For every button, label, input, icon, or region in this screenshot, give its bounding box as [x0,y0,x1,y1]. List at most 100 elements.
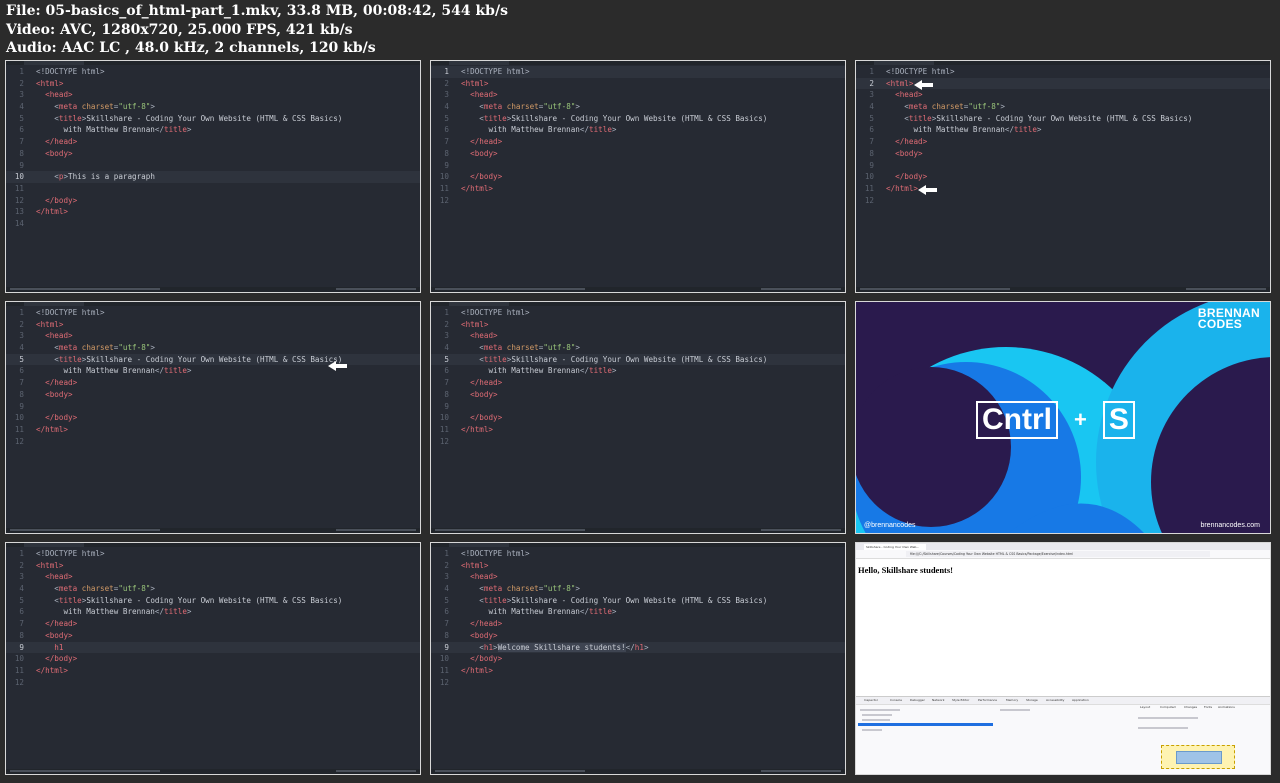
code-line: 10 </body> [14,654,78,664]
code-area[interactable]: 1 <!DOCTYPE html> 2 <html> 3 <head> 4 <met… [431,548,845,688]
code-line: 11 </html> [14,665,69,675]
devtools-tab-memory[interactable]: Memory [1006,698,1018,702]
code-line: 9 [444,160,449,170]
code-line: 2 <html> [19,560,64,570]
code-line-current: 10 <p>This is a paragraph [6,171,420,183]
url-bar[interactable]: file:///C:/Skillshare/Courses/Coding You… [906,551,1210,557]
browser-toolbar: file:///C:/Skillshare/Courses/Coding You… [856,550,1270,559]
code-area[interactable]: 1 <!DOCTYPE html> 2 <html> 3 <head> 4 <met… [431,66,845,206]
code-line-current: 5 <title>Skillshare - Coding Your Own We… [431,353,845,366]
status-bar [6,287,420,292]
code-line: 12 [864,195,874,205]
code-line: 10 </body> [439,172,503,182]
code-line: 6 with Matthew Brennan</title> [19,607,192,617]
thumbnail-4-editor[interactable]: 1 <!DOCTYPE html> 2 <html> 3 <head> 4 <met… [5,301,421,534]
side-tab-animations[interactable]: Animations [1218,705,1235,709]
code-line: 4 <meta charset="utf-8"> [444,343,580,353]
devtools-tab-console[interactable]: Console [890,698,902,702]
code-line: 2 <html> [19,319,64,329]
key-s: S [1102,401,1135,439]
code-line-current: 9 h1 [6,641,420,654]
code-line: 9 [19,401,24,411]
brand-logo: BRENNAN CODES [1197,306,1260,331]
code-line: 7 </head> [444,378,503,388]
code-line: 6 with Matthew Brennan</title> [869,125,1042,135]
editor-tab-strip [431,302,845,306]
code-line: 4 <meta charset="utf-8"> [444,584,580,594]
code-line: 10 </body> [864,172,928,182]
code-line: 4 <meta charset="utf-8"> [19,343,155,353]
code-line: 12 [439,677,449,687]
code-line: 2 <html> [444,560,489,570]
devtools-tabs: Inspector Console Debugger Network Style… [856,697,1270,705]
code-line: 8 <body> [444,389,498,399]
code-line: 9 [19,160,24,170]
layout-line [1138,727,1188,729]
pointer-arrow-icon [914,80,933,90]
editor-tab-strip [431,61,845,65]
code-line: 1 <!DOCTYPE html> [19,67,105,76]
code-area[interactable]: 1 <!DOCTYPE html> 2 <html> 3 <head> 4 <met… [431,307,845,447]
code-line: 12 [439,436,449,446]
code-line: 6 with Matthew Brennan</title> [444,607,617,617]
video-info-header: File: 05-basics_of_html-part_1.mkv, 33.8… [6,2,508,58]
code-line: 8 <body> [19,148,73,158]
audio-info: Audio: AAC LC , 48.0 kHz, 2 channels, 12… [6,40,376,56]
thumbnail-6-slide: BRENNAN CODES Cntrl + S @brennancodes br… [855,301,1271,534]
side-tab-fonts[interactable]: Fonts [1204,705,1212,709]
code-line: 6 with Matthew Brennan</title> [19,125,192,135]
code-line: 11 </html> [14,424,69,434]
devtools-tab-application[interactable]: Application [1072,698,1089,702]
thumbnail-3-editor[interactable]: 1 <!DOCTYPE html> 2 <html> 3 <head> 4 <met… [855,60,1271,293]
thumbnail-5-editor[interactable]: 1 <!DOCTYPE html> 2 <html> 3 <head> 4 <met… [430,301,846,534]
status-bar [6,528,420,533]
devtools-tab-performance[interactable]: Performance [978,698,997,702]
thumbnail-9-browser[interactable]: Skillshare - Coding Your Own Web... file… [855,542,1271,775]
editor-tab-strip [6,61,420,65]
side-tab-changes[interactable]: Changes [1184,705,1197,709]
code-line: 4 <meta charset="utf-8"> [444,102,580,112]
selected-node-row[interactable] [858,723,993,726]
thumbnail-1-editor[interactable]: 1 <!DOCTYPE html> 2 <html> 3 <head> 4 <met… [5,60,421,293]
code-line: 7 </head> [869,137,928,147]
file-info: File: 05-basics_of_html-part_1.mkv, 33.8… [6,3,508,19]
devtools-tab-accessibility[interactable]: Accessibility [1046,698,1064,702]
code-line: 7 </head> [19,378,78,388]
code-line: 5 <title>Skillshare - Coding Your Own We… [19,595,343,605]
thumbnail-7-editor[interactable]: 1 <!DOCTYPE html> 2 <html> 3 <head> 4 <met… [5,542,421,775]
code-line-current: 1 <!DOCTYPE html> [431,66,845,78]
devtools-tab-style-editor[interactable]: Style Editor [952,698,969,702]
code-line: 5 <title>Skillshare - Coding Your Own We… [19,113,343,123]
side-tab-layout[interactable]: Layout [1140,705,1150,709]
status-bar [431,528,845,533]
pointer-arrow-icon [328,361,347,371]
thumbnail-8-editor[interactable]: 1 <!DOCTYPE html> 2 <html> 3 <head> 4 <met… [430,542,846,775]
side-tab-computed[interactable]: Computed [1160,705,1176,709]
devtools-tab-storage[interactable]: Storage [1026,698,1038,702]
code-area[interactable]: 1 <!DOCTYPE html> 2 <html> 3 <head> 4 <met… [6,66,420,230]
thumbnail-2-editor[interactable]: 1 <!DOCTYPE html> 2 <html> 3 <head> 4 <met… [430,60,846,293]
markup-line [862,714,892,716]
code-line: 4 <meta charset="utf-8"> [869,102,1005,112]
code-line: 11 </html> [439,424,494,434]
code-line: 3 <head> [444,331,498,341]
devtools-panel[interactable]: Inspector Console Debugger Network Style… [856,696,1270,774]
code-line: 11 [14,183,24,193]
editor-tab-strip [431,543,845,547]
devtools-tab-inspector[interactable]: Inspector [864,698,878,702]
code-line: 9 [444,401,449,411]
devtools-tab-network[interactable]: Network [932,698,945,702]
code-area[interactable]: 1 <!DOCTYPE html> 2 <html> 3 <head> 4 <met… [6,548,420,688]
code-area[interactable]: 1 <!DOCTYPE html> 2 <html> 3 <head> 4 <met… [6,307,420,447]
status-bar [6,769,420,774]
code-line: 1 <!DOCTYPE html> [444,308,530,317]
status-bar [856,287,1270,292]
code-line: 7 </head> [19,137,78,147]
status-bar [431,287,845,292]
devtools-tab-debugger[interactable]: Debugger [910,698,925,702]
code-line: 6 with Matthew Brennan</title> [19,366,192,376]
code-line: 10 </body> [439,413,503,423]
box-model-diagram [1161,745,1235,769]
browser-tab-bar: Skillshare - Coding Your Own Web... [856,543,1270,550]
code-line: 8 <body> [869,148,923,158]
